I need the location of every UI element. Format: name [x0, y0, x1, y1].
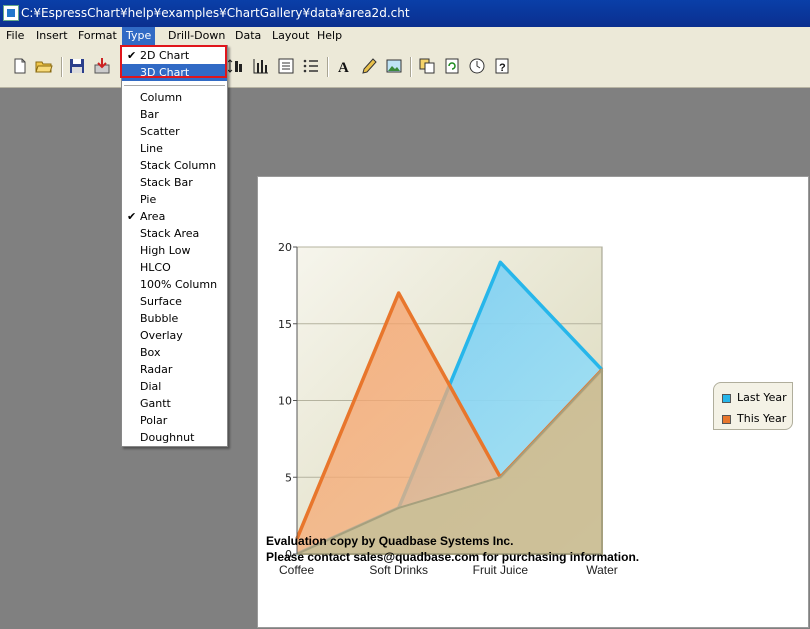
- menu-item-high-low[interactable]: High Low: [122, 242, 227, 259]
- menu-insert[interactable]: Insert: [32, 27, 72, 45]
- svg-text:A: A: [338, 60, 349, 75]
- menu-item-gantt[interactable]: Gantt: [122, 395, 227, 412]
- menu-layout[interactable]: Layout: [268, 27, 313, 45]
- menu-item-label: Area: [140, 210, 166, 223]
- svg-text:?: ?: [499, 62, 506, 74]
- axis-icon[interactable]: [251, 57, 269, 75]
- save-icon[interactable]: [68, 57, 86, 75]
- menu-item-label: Doughnut: [140, 431, 195, 444]
- x-tick-label: Fruit Juice: [473, 563, 529, 577]
- y-tick-label: 10: [278, 395, 292, 408]
- menu-item-scatter[interactable]: Scatter: [122, 123, 227, 140]
- menu-item-label: Overlay: [140, 329, 183, 342]
- menu-item-label: Bubble: [140, 312, 179, 325]
- x-tick-label: Coffee: [279, 563, 314, 577]
- menu-separator: [124, 85, 225, 86]
- copy-icon[interactable]: [418, 57, 436, 75]
- menu-drill-down[interactable]: Drill-Down: [164, 27, 229, 45]
- menu-item-label: HLCO: [140, 261, 171, 274]
- legend-item-last-year: Last Year: [722, 391, 787, 405]
- menu-item-column[interactable]: Column: [122, 89, 227, 106]
- export-icon[interactable]: [93, 57, 111, 75]
- legend-swatch-last-year: [722, 393, 731, 403]
- menu-item-label: Bar: [140, 108, 159, 121]
- menu-item-polar[interactable]: Polar: [122, 412, 227, 429]
- legend-item-this-year: This Year: [722, 412, 786, 426]
- watermark-line: Evaluation copy by Quadbase Systems Inc.: [266, 534, 514, 548]
- checkmark-icon: ✔: [127, 210, 137, 223]
- app-icon: [3, 5, 19, 21]
- menu-item-label: Line: [140, 142, 163, 155]
- open-folder-icon[interactable]: [35, 57, 53, 75]
- menu-item-line[interactable]: Line: [122, 140, 227, 157]
- pen-icon[interactable]: [360, 57, 378, 75]
- menu-item-label: Stack Bar: [140, 176, 193, 189]
- selection-highlight-box: [120, 45, 227, 78]
- chart-type-icon[interactable]: [226, 57, 244, 75]
- menu-item-label: Stack Area: [140, 227, 200, 240]
- menu-item-dial[interactable]: Dial: [122, 378, 227, 395]
- evaluation-watermark: Evaluation copy by Quadbase Systems Inc.…: [266, 533, 639, 565]
- menu-item-hlco[interactable]: HLCO: [122, 259, 227, 276]
- menu-data[interactable]: Data: [231, 27, 265, 45]
- type-menu-dropdown: ✔ 2D Chart 3D Chart Column Bar Scatter Line…: [121, 45, 228, 447]
- menu-item-label: Scatter: [140, 125, 180, 138]
- text-icon[interactable]: A: [335, 57, 353, 75]
- refresh-icon[interactable]: [443, 57, 461, 75]
- menu-item-overlay[interactable]: Overlay: [122, 327, 227, 344]
- menu-item-label: Surface: [140, 295, 182, 308]
- legend-label: This Year: [737, 412, 787, 425]
- menu-item-stack-area[interactable]: Stack Area: [122, 225, 227, 242]
- toolbar-separator: [327, 57, 329, 77]
- chart-canvas[interactable]: 0 5 10 15 20 Coffee Soft Drinks Fruit Juice Wate…: [257, 176, 809, 628]
- menu-item-label: High Low: [140, 244, 191, 257]
- menu-item-stack-bar[interactable]: Stack Bar: [122, 174, 227, 191]
- menu-bar: File Insert Format Type Drill-Down Data …: [0, 27, 810, 45]
- image-icon[interactable]: [385, 57, 403, 75]
- menu-type[interactable]: Type: [122, 27, 156, 45]
- legend-swatch-this-year: [722, 414, 731, 424]
- menu-item-label: Polar: [140, 414, 168, 427]
- menu-file[interactable]: File: [2, 27, 28, 45]
- chart-legend[interactable]: Last Year This Year: [713, 382, 793, 430]
- y-tick-label: 5: [285, 471, 292, 484]
- numbered-list-icon[interactable]: [302, 57, 320, 75]
- menu-item-label: Dial: [140, 380, 162, 393]
- menu-item-label: Gantt: [140, 397, 171, 410]
- menu-format[interactable]: Format: [74, 27, 121, 45]
- menu-item-stack-column[interactable]: Stack Column: [122, 157, 227, 174]
- menu-help[interactable]: Help: [313, 27, 346, 45]
- list-icon[interactable]: [277, 57, 295, 75]
- y-tick-label: 15: [278, 318, 292, 331]
- legend-label: Last Year: [737, 391, 787, 404]
- menu-item-label: Radar: [140, 363, 173, 376]
- menu-item-box[interactable]: Box: [122, 344, 227, 361]
- menu-item-label: 100% Column: [140, 278, 218, 291]
- menu-item-label: Column: [140, 91, 183, 104]
- x-tick-label: Water: [586, 563, 618, 577]
- y-tick-label: 20: [278, 241, 292, 254]
- clock-icon[interactable]: [468, 57, 486, 75]
- menu-item-label: Pie: [140, 193, 157, 206]
- menu-item-label: Stack Column: [140, 159, 217, 172]
- help-icon[interactable]: ?: [493, 57, 511, 75]
- toolbar-separator: [61, 57, 63, 77]
- menu-item-100-column[interactable]: 100% Column: [122, 276, 227, 293]
- menu-item-bubble[interactable]: Bubble: [122, 310, 227, 327]
- toolbar-separator: [410, 57, 412, 77]
- new-file-icon[interactable]: [11, 57, 29, 75]
- x-tick-label: Soft Drinks: [369, 563, 428, 577]
- menu-item-label: Box: [140, 346, 161, 359]
- menu-item-doughnut[interactable]: Doughnut: [122, 429, 227, 446]
- title-bar: C:¥EspressChart¥help¥examples¥ChartGalle…: [0, 0, 810, 27]
- menu-item-pie[interactable]: Pie: [122, 191, 227, 208]
- menu-item-bar[interactable]: Bar: [122, 106, 227, 123]
- menu-item-surface[interactable]: Surface: [122, 293, 227, 310]
- menu-item-radar[interactable]: Radar: [122, 361, 227, 378]
- menu-item-area[interactable]: ✔ Area: [122, 208, 227, 225]
- watermark-line: Please contact sales@quadbase.com for pu…: [266, 550, 640, 564]
- window-title: C:¥EspressChart¥help¥examples¥ChartGalle…: [21, 6, 410, 20]
